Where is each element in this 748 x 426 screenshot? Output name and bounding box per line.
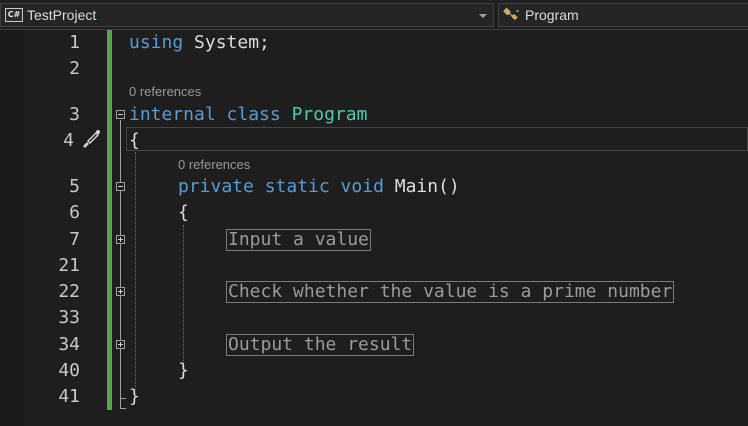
collapse-method-toggle[interactable] — [116, 182, 125, 191]
outline-line — [120, 408, 126, 409]
type-member-dropdown[interactable]: Program — [498, 3, 748, 27]
code-editor[interactable]: 1 2 3 4 5 6 7 21 22 33 34 40 41 using Sy… — [0, 30, 748, 426]
line-number: 21 — [58, 255, 80, 276]
expand-region-toggle[interactable] — [116, 340, 125, 349]
line-number: 33 — [58, 307, 80, 328]
line-number: 6 — [69, 202, 80, 223]
keyword: using — [129, 32, 184, 53]
type-name: Program — [291, 104, 368, 125]
csharp-project-icon: C# — [5, 8, 23, 22]
code-line-1[interactable]: using System; — [129, 32, 270, 54]
outline-line — [120, 120, 121, 398]
change-tracking-bar — [107, 30, 112, 410]
code-text: Main() — [383, 176, 460, 197]
line-number: 1 — [69, 32, 80, 53]
keyword: internal class — [129, 104, 281, 125]
quick-actions-brush-icon[interactable] — [80, 129, 102, 154]
project-dropdown[interactable]: C# TestProject — [0, 3, 494, 27]
current-line-highlight — [126, 127, 748, 151]
outline-line — [120, 386, 121, 408]
line-number: 5 — [69, 176, 80, 197]
codelens-references[interactable]: 0 references — [178, 157, 250, 173]
project-name: TestProject — [27, 7, 97, 23]
line-number: 7 — [69, 229, 80, 250]
code-line-40[interactable]: } — [178, 360, 189, 382]
line-number: 40 — [58, 360, 80, 381]
expand-region-toggle[interactable] — [116, 287, 125, 296]
line-number: 3 — [69, 104, 80, 125]
line-number: 22 — [58, 281, 80, 302]
code-line-4[interactable]: { — [129, 130, 140, 152]
code-line-41[interactable]: } — [129, 386, 140, 408]
navigation-bar: C# TestProject Program — [0, 0, 748, 30]
expand-region-toggle[interactable] — [116, 235, 125, 244]
line-number: 2 — [69, 58, 80, 79]
line-number: 41 — [58, 386, 80, 407]
code-text: System; — [183, 32, 270, 53]
code-line-6[interactable]: { — [178, 202, 189, 224]
indent-guide — [135, 152, 136, 390]
class-icon — [503, 7, 521, 28]
codelens-references[interactable]: 0 references — [129, 84, 201, 100]
collapsed-region[interactable]: Check whether the value is a prime numbe… — [226, 281, 675, 303]
line-number: 34 — [58, 334, 80, 355]
line-number: 4 — [63, 130, 74, 151]
collapse-class-toggle[interactable] — [116, 110, 125, 119]
indent-guide — [183, 225, 184, 365]
dropdown-arrow-icon[interactable] — [479, 14, 487, 18]
collapsed-region[interactable]: Input a value — [226, 229, 371, 251]
class-name-label: Program — [525, 7, 579, 23]
code-line-5[interactable]: private static void Main() — [178, 176, 460, 198]
collapsed-region[interactable]: Output the result — [226, 334, 415, 356]
keyword: private static void — [178, 176, 384, 197]
code-line-3[interactable]: internal class Program — [129, 104, 367, 126]
